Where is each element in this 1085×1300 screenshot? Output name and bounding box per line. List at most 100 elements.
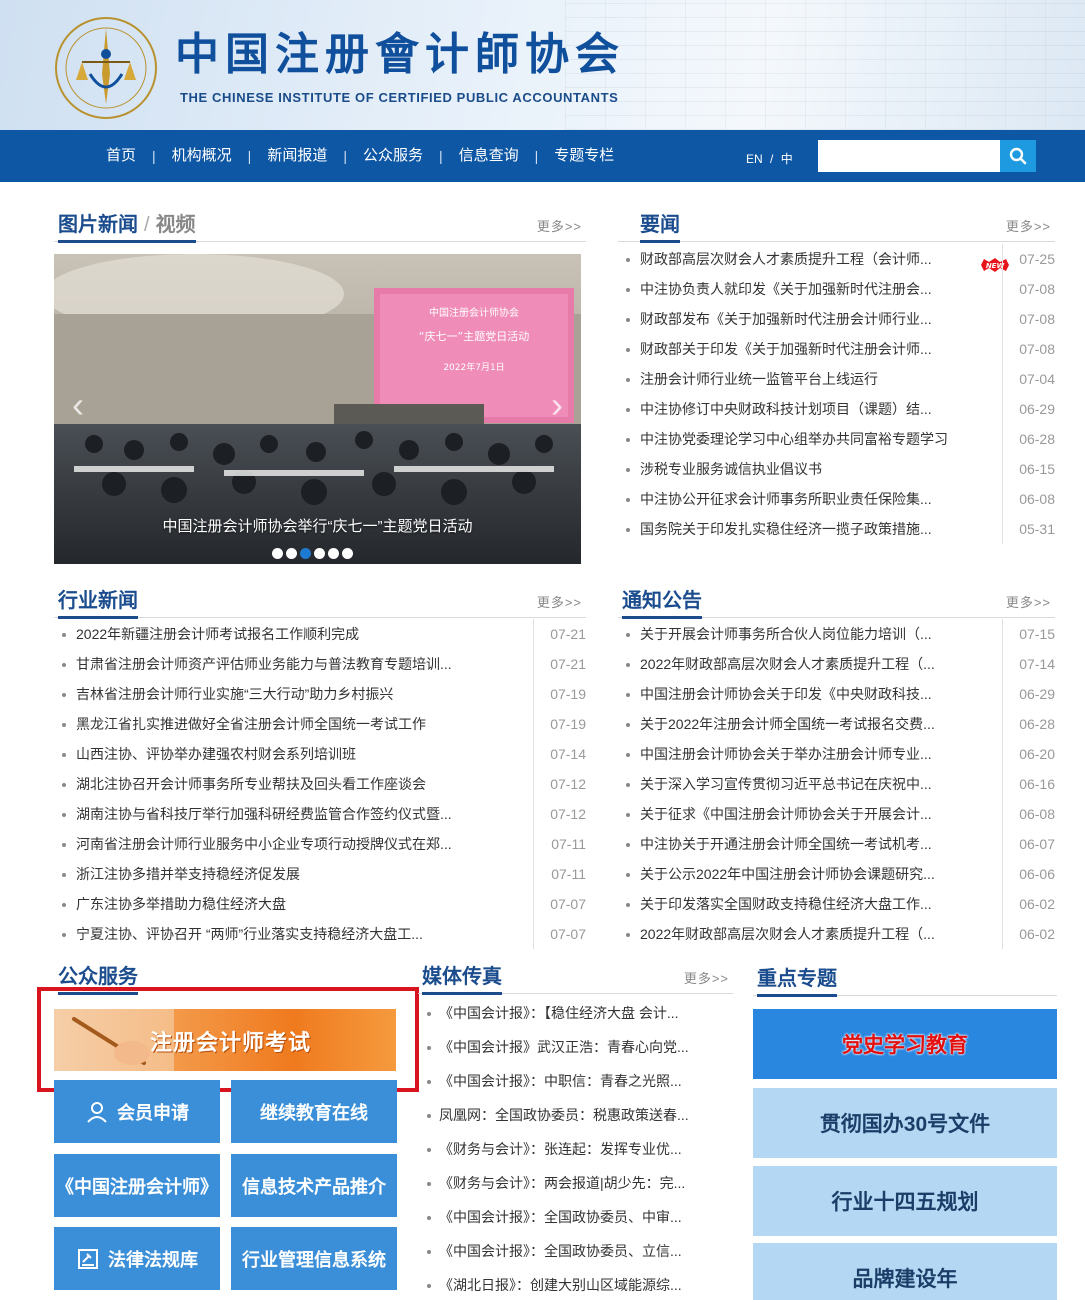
photo-news-more-link[interactable]: 更多>> (537, 216, 582, 235)
news-title-link[interactable]: 中注协党委理论学习中心组举办共同富裕专题学习 (640, 424, 970, 454)
list-item[interactable]: 2022年新疆注册会计师考试报名工作顺利完成07-21 (60, 619, 586, 649)
news-title-link[interactable]: 中注协关于开通注册会计师全国统一考试机考... (640, 829, 970, 859)
nav-item-special-topics[interactable]: 专题专栏 (538, 147, 630, 165)
topic-state-council-doc-30[interactable]: 贯彻国办30号文件 (753, 1088, 1057, 1158)
nav-item-info-query[interactable]: 信息查询 (443, 147, 535, 165)
media-item-link[interactable]: 凤凰网：全国政协委员：税惠政策送春... (422, 1100, 689, 1134)
list-item[interactable]: 财政部关于印发《关于加强新时代注册会计师...07-08 (624, 334, 1055, 364)
list-item[interactable]: 中注协党委理论学习中心组举办共同富裕专题学习06-28 (624, 424, 1055, 454)
nav-item-news[interactable]: 新闻报道 (251, 147, 343, 165)
news-title-link[interactable]: 2022年财政部高层次财会人才素质提升工程（... (640, 919, 970, 949)
list-item[interactable]: 注册会计师行业统一监管平台上线运行07-04 (624, 364, 1055, 394)
news-title-link[interactable]: 中注协修订中央财政科技计划项目（课题）结... (640, 394, 970, 424)
news-title-link[interactable]: 山西注协、评协举办建强农村财会系列培训班 (76, 739, 496, 769)
news-title-link[interactable]: 财政部高层次财会人才素质提升工程（会计师... (640, 244, 970, 274)
topic-14th-five-year-plan[interactable]: 行业十四五规划 (753, 1166, 1057, 1236)
continuing-education-button[interactable]: 继续教育在线 (231, 1080, 397, 1143)
list-item[interactable]: 湖北注协召开会计师事务所专业帮扶及回头看工作座谈会07-12 (60, 769, 586, 799)
news-title-link[interactable]: 关于征求《中国注册会计师协会关于开展会计... (640, 799, 970, 829)
media-item-link[interactable]: 《中国会计报》：全国政协委员、立信... (422, 1236, 689, 1270)
news-title-link[interactable]: 关于开展会计师事务所合伙人岗位能力培训（... (640, 619, 970, 649)
news-title-link[interactable]: 黑龙江省扎实推进做好全省注册会计师全国统一考试工作 (76, 709, 496, 739)
list-item[interactable]: 宁夏注协、评协召开 “两师”行业落实支持稳经济大盘工...07-07 (60, 919, 586, 949)
news-title-link[interactable]: 河南省注册会计师行业服务中小企业专项行动授牌仪式在郑... (76, 829, 496, 859)
slider-dot[interactable] (272, 548, 283, 559)
list-item[interactable]: 关于深入学习宣传贯彻习近平总书记在庆祝中...06-16 (624, 769, 1055, 799)
topic-party-history-education[interactable]: 党史学习教育 (753, 1009, 1057, 1079)
industry-news-more-link[interactable]: 更多>> (537, 592, 582, 611)
arrow-left-icon[interactable]: ‹ (72, 384, 84, 426)
news-title-link[interactable]: 注册会计师行业统一监管平台上线运行 (640, 364, 970, 394)
media-item-link[interactable]: 《中国会计报》：中职信：青春之光照... (422, 1066, 689, 1100)
list-item[interactable]: 广东注协多举措助力稳住经济大盘07-07 (60, 889, 586, 919)
media-more-link[interactable]: 更多>> (684, 968, 729, 987)
list-item[interactable]: 中国注册会计师协会关于印发《中央财政科技...06-29 (624, 679, 1055, 709)
media-item-link[interactable]: 《中国会计报》：全国政协委员、中审... (422, 1202, 689, 1236)
news-title-link[interactable]: 2022年新疆注册会计师考试报名工作顺利完成 (76, 619, 496, 649)
news-title-link[interactable]: 甘肃省注册会计师资产评估师业务能力与普法教育专题培训... (76, 649, 496, 679)
lang-zh-link[interactable]: 中 (781, 152, 793, 166)
list-item[interactable]: 中国注册会计师协会关于举办注册会计师专业...06-20 (624, 739, 1055, 769)
list-item[interactable]: 2022年财政部高层次财会人才素质提升工程（...07-14 (624, 649, 1055, 679)
arrow-right-icon[interactable]: › (551, 384, 563, 426)
list-item[interactable]: 浙江注协多措并举支持稳经济促发展07-11 (60, 859, 586, 889)
news-title-link[interactable]: 关于深入学习宣传贯彻习近平总书记在庆祝中... (640, 769, 970, 799)
list-item[interactable]: 国务院关于印发扎实稳住经济一揽子政策措施...05-31 (624, 514, 1055, 544)
news-title-link[interactable]: 关于2022年注册会计师全国统一考试报名交费... (640, 709, 970, 739)
nav-item-public-service[interactable]: 公众服务 (347, 147, 439, 165)
nav-item-about[interactable]: 机构概况 (156, 147, 248, 165)
slide-caption[interactable]: 中国注册会计师协会举行“庆七一”主题党日活动 (54, 515, 581, 536)
news-title-link[interactable]: 浙江注协多措并举支持稳经济促发展 (76, 859, 496, 889)
news-title-link[interactable]: 广东注协多举措助力稳住经济大盘 (76, 889, 496, 919)
news-title-link[interactable]: 湖南注协与省科技厅举行加强科研经费监管合作签约仪式暨... (76, 799, 496, 829)
topic-brand-building-year[interactable]: 品牌建设年 (753, 1243, 1057, 1300)
news-title-link[interactable]: 湖北注协召开会计师事务所专业帮扶及回头看工作座谈会 (76, 769, 496, 799)
media-item-link[interactable]: 《湖北日报》：创建大别山区域能源综... (422, 1270, 689, 1300)
video-tab[interactable]: 视频 (156, 214, 196, 236)
search-button[interactable] (1000, 140, 1036, 172)
media-item-link[interactable]: 《财务与会计》：两会报道|胡少先：完... (422, 1168, 689, 1202)
list-item[interactable]: 财政部高层次财会人才素质提升工程（会计师...NEW07-25 (624, 244, 1055, 274)
list-item[interactable]: 山西注协、评协举办建强农村财会系列培训班07-14 (60, 739, 586, 769)
media-item-link[interactable]: 《中国会计报》武汉正浩：青春心向党... (422, 1032, 689, 1066)
cicpa-journal-button[interactable]: 《中国注册会计师》 (54, 1154, 220, 1217)
list-item[interactable]: 河南省注册会计师行业服务中小企业专项行动授牌仪式在郑...07-11 (60, 829, 586, 859)
photo-slider[interactable]: 中国注册会计师协会 “庆七一”主题党日活动 2022年7月1日 ‹ › 中国注册… (54, 254, 581, 564)
list-item[interactable]: 涉税专业服务诚信执业倡议书06-15 (624, 454, 1055, 484)
list-item[interactable]: 黑龙江省扎实推进做好全省注册会计师全国统一考试工作07-19 (60, 709, 586, 739)
media-item-link[interactable]: 《财务与会计》：张连起：发挥专业优... (422, 1134, 689, 1168)
list-item[interactable]: 中注协关于开通注册会计师全国统一考试机考...06-07 (624, 829, 1055, 859)
news-title-link[interactable]: 财政部关于印发《关于加强新时代注册会计师... (640, 334, 970, 364)
news-title-link[interactable]: 吉林省注册会计师行业实施“三大行动”助力乡村振兴 (76, 679, 496, 709)
list-item[interactable]: 财政部发布《关于加强新时代注册会计师行业...07-08 (624, 304, 1055, 334)
list-item[interactable]: 中注协公开征求会计师事务所职业责任保险集...06-08 (624, 484, 1055, 514)
search-input[interactable] (818, 140, 1000, 172)
news-title-link[interactable]: 2022年财政部高层次财会人才素质提升工程（... (640, 649, 970, 679)
slider-dot[interactable] (342, 548, 353, 559)
list-item[interactable]: 中注协修订中央财政科技计划项目（课题）结...06-29 (624, 394, 1055, 424)
list-item[interactable]: 中注协负责人就印发《关于加强新时代注册会...07-08 (624, 274, 1055, 304)
member-application-button[interactable]: 会员申请 (54, 1080, 220, 1143)
law-database-button[interactable]: 法律法规库 (54, 1227, 220, 1290)
news-title-link[interactable]: 财政部发布《关于加强新时代注册会计师行业... (640, 304, 970, 334)
news-title-link[interactable]: 涉税专业服务诚信执业倡议书 (640, 454, 970, 484)
news-title-link[interactable]: 中国注册会计师协会关于印发《中央财政科技... (640, 679, 970, 709)
list-item[interactable]: 2022年财政部高层次财会人才素质提升工程（...06-02 (624, 919, 1055, 949)
news-title-link[interactable]: 中国注册会计师协会关于举办注册会计师专业... (640, 739, 970, 769)
news-title-link[interactable]: 国务院关于印发扎实稳住经济一揽子政策措施... (640, 514, 970, 544)
list-item[interactable]: 关于开展会计师事务所合伙人岗位能力培训（...07-15 (624, 619, 1055, 649)
list-item[interactable]: 关于2022年注册会计师全国统一考试报名交费...06-28 (624, 709, 1055, 739)
news-title-link[interactable]: 中注协负责人就印发《关于加强新时代注册会... (640, 274, 970, 304)
photo-news-tab[interactable]: 图片新闻 (58, 214, 138, 236)
logo-seal-icon[interactable] (52, 14, 160, 122)
media-item-link[interactable]: 《中国会计报》：【稳住经济大盘 会计... (422, 998, 689, 1032)
industry-management-system-button[interactable]: 行业管理信息系统 (231, 1227, 397, 1290)
list-item[interactable]: 吉林省注册会计师行业实施“三大行动”助力乡村振兴07-19 (60, 679, 586, 709)
list-item[interactable]: 甘肃省注册会计师资产评估师业务能力与普法教育专题培训...07-21 (60, 649, 586, 679)
slider-dot[interactable] (314, 548, 325, 559)
news-title-link[interactable]: 中注协公开征求会计师事务所职业责任保险集... (640, 484, 970, 514)
key-news-more-link[interactable]: 更多>> (1006, 216, 1051, 235)
lang-en-link[interactable]: EN (746, 152, 763, 166)
news-title-link[interactable]: 关于公示2022年中国注册会计师协会课题研究... (640, 859, 970, 889)
news-title-link[interactable]: 宁夏注协、评协召开 “两师”行业落实支持稳经济大盘工... (76, 919, 496, 949)
